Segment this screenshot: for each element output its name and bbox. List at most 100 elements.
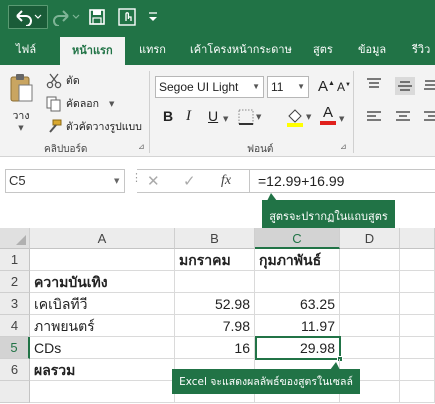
- align-right-button[interactable]: [424, 110, 435, 124]
- cell-c2[interactable]: [255, 271, 340, 293]
- cell-a3[interactable]: เคเบิลทีวี: [30, 293, 175, 315]
- column-header-c[interactable]: C: [255, 228, 340, 249]
- cell-d3[interactable]: [340, 293, 400, 315]
- tab-page-layout[interactable]: เค้าโครงหน้ากระดาษ: [190, 35, 292, 65]
- cell-d2[interactable]: [340, 271, 400, 293]
- cell-e6[interactable]: [400, 359, 435, 381]
- tab-insert[interactable]: แทรก: [139, 35, 166, 65]
- paint-bucket-icon: [287, 109, 303, 127]
- column-header-a[interactable]: A: [30, 228, 175, 249]
- scissors-icon: [46, 73, 62, 88]
- align-center-icon: [396, 111, 410, 121]
- row-header-5[interactable]: 5: [0, 337, 30, 359]
- tab-data[interactable]: ข้อมูล: [358, 35, 386, 65]
- cell-e7[interactable]: [400, 381, 435, 403]
- cell-c1[interactable]: กุมภาพันธ์: [255, 249, 340, 271]
- tab-home[interactable]: หน้าแรก: [60, 37, 125, 65]
- bottom-align-button[interactable]: [424, 77, 435, 91]
- cell-b4[interactable]: 7.98: [175, 315, 255, 337]
- chevron-down-icon[interactable]: ▼: [114, 177, 119, 185]
- italic-button[interactable]: I: [186, 108, 191, 125]
- save-button[interactable]: [86, 5, 108, 29]
- row-header-1[interactable]: 1: [0, 249, 30, 271]
- format-painter-button[interactable]: ตัวคัดวางรูปแบบ: [46, 118, 142, 135]
- shrink-font-button[interactable]: A▼: [337, 80, 351, 94]
- middle-align-button[interactable]: [395, 77, 415, 95]
- cell-c3[interactable]: 63.25: [255, 293, 340, 315]
- cell-c5[interactable]: 29.98: [255, 336, 341, 360]
- cell-a4[interactable]: ภาพยนตร์: [30, 315, 175, 337]
- cell-b2[interactable]: [175, 271, 255, 293]
- row-header-7[interactable]: [0, 381, 30, 403]
- shrink-font-icon: A▼: [337, 80, 351, 94]
- cancel-icon[interactable]: ✕: [147, 172, 160, 190]
- formula-input[interactable]: =12.99+16.99: [249, 169, 435, 193]
- format-painter-label: ตัวคัดวางรูปแบบ: [66, 121, 142, 133]
- tab-review[interactable]: รีวิว: [412, 35, 430, 65]
- cell-d5[interactable]: [341, 337, 400, 359]
- cell-b3[interactable]: 52.98: [175, 293, 255, 315]
- bold-button[interactable]: B: [163, 108, 173, 124]
- cell-a5[interactable]: CDs: [30, 337, 175, 359]
- cell-b1[interactable]: มกราคม: [175, 249, 255, 271]
- cell-a1[interactable]: [30, 249, 175, 271]
- tab-file[interactable]: ไฟล์: [16, 35, 36, 65]
- copy-button[interactable]: คัดลอก ▼: [46, 95, 114, 112]
- chevron-down-icon: ▼: [18, 124, 24, 132]
- row-header-4[interactable]: 4: [0, 315, 30, 337]
- font-color-swatch: [320, 121, 336, 125]
- chevron-down-icon: ▼: [256, 113, 262, 121]
- cell-b5[interactable]: 16: [175, 337, 255, 359]
- align-top-icon: [367, 78, 381, 88]
- align-bottom-icon: [424, 80, 435, 90]
- customize-qat-button[interactable]: [146, 5, 160, 29]
- cut-button[interactable]: ตัด: [46, 72, 80, 89]
- cell-a2[interactable]: ความบันเทิง: [30, 271, 175, 293]
- font-color-icon: A: [322, 104, 333, 121]
- align-center-button[interactable]: [395, 110, 411, 124]
- font-color-button[interactable]: A: [320, 105, 336, 125]
- row-header-2[interactable]: 2: [0, 271, 30, 293]
- dialog-launcher-icon[interactable]: ⊿: [340, 142, 347, 151]
- fill-color-button[interactable]: ▼: [286, 107, 311, 127]
- ribbon-tabs: ไฟล์ หน้าแรก แทรก เค้าโครงหน้ากระดาษ สูต…: [0, 35, 435, 65]
- cell-e5[interactable]: [400, 337, 435, 359]
- save-icon: [89, 9, 105, 25]
- touch-mode-button[interactable]: [116, 5, 138, 29]
- borders-button[interactable]: ▼: [238, 109, 261, 125]
- align-middle-icon: [398, 81, 412, 91]
- insert-function-button[interactable]: fx: [221, 173, 231, 189]
- top-align-button[interactable]: [366, 77, 382, 91]
- cell-a6[interactable]: ผลรวม: [30, 359, 175, 381]
- name-box[interactable]: C5: [5, 169, 125, 193]
- undo-button[interactable]: [8, 5, 48, 29]
- cell-e1[interactable]: [400, 249, 435, 271]
- font-name-combo[interactable]: Segoe UI Light ▼: [155, 76, 264, 98]
- cell-e4[interactable]: [400, 315, 435, 337]
- row-header-6[interactable]: 6: [0, 359, 30, 381]
- check-icon[interactable]: ✓: [183, 172, 196, 190]
- cell-d4[interactable]: [340, 315, 400, 337]
- chevron-down-icon[interactable]: ▼: [223, 115, 228, 123]
- quick-access-toolbar: [0, 0, 435, 35]
- redo-button[interactable]: [52, 5, 82, 29]
- font-size-combo[interactable]: 11 ▼: [267, 76, 309, 98]
- align-left-button[interactable]: [366, 110, 382, 124]
- underline-button[interactable]: U: [208, 108, 218, 124]
- cell-c4[interactable]: 11.97: [255, 315, 340, 337]
- tab-formulas[interactable]: สูตร: [313, 35, 333, 65]
- select-all-corner[interactable]: [0, 228, 30, 249]
- chevron-down-icon[interactable]: ▼: [339, 115, 344, 123]
- cell-e2[interactable]: [400, 271, 435, 293]
- row-header-3[interactable]: 3: [0, 293, 30, 315]
- chevron-down-icon: ▼: [297, 82, 305, 91]
- column-header-d[interactable]: D: [340, 228, 400, 249]
- column-header-b[interactable]: B: [175, 228, 255, 249]
- cell-e3[interactable]: [400, 293, 435, 315]
- dialog-launcher-icon[interactable]: ⊿: [138, 142, 145, 151]
- cell-a7[interactable]: [30, 381, 175, 403]
- cell-d1[interactable]: [340, 249, 400, 271]
- paste-button[interactable]: วาง ▼: [8, 73, 34, 132]
- grow-font-button[interactable]: A▲: [318, 78, 335, 95]
- column-header-e[interactable]: [400, 228, 435, 249]
